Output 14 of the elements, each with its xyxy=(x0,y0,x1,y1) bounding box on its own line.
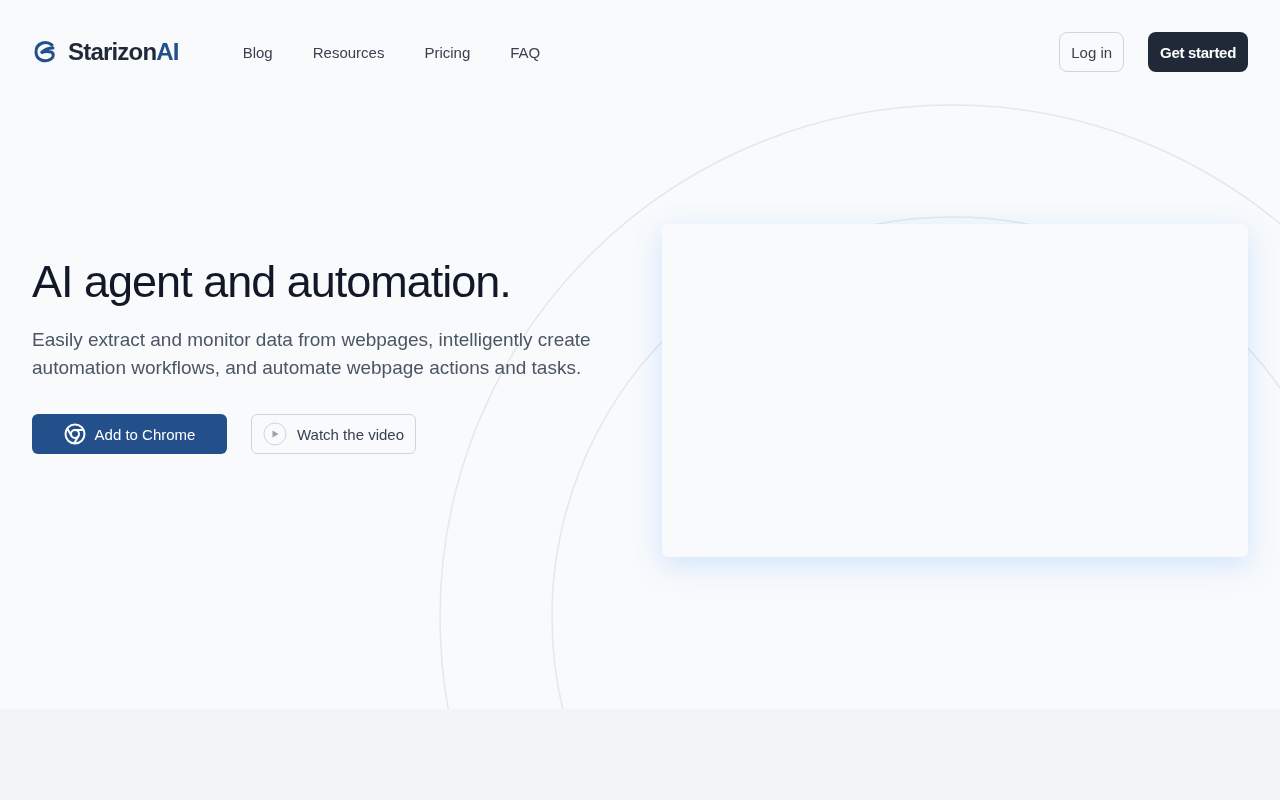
play-icon xyxy=(263,422,287,446)
hero-subtitle: Easily extract and monitor data from webpages, intelligently create automation workflows, and automate webpage actions and tasks. xyxy=(32,328,592,380)
get-started-button[interactable]: Get started xyxy=(1148,32,1248,72)
chrome-icon xyxy=(63,423,86,445)
logo-icon xyxy=(32,39,58,65)
nav-link[interactable]: Pricing xyxy=(424,43,471,61)
nav-link[interactable]: Blog xyxy=(242,43,273,61)
hero-title: AI agent and automation. xyxy=(32,256,512,308)
logo-wordmark[interactable]: StarizonAI xyxy=(68,38,179,66)
login-button[interactable]: Log in xyxy=(1059,32,1125,72)
watch-video-button[interactable]: Watch the video xyxy=(251,414,416,454)
nav-link[interactable]: FAQ xyxy=(510,43,541,61)
nav-link[interactable]: Resources xyxy=(312,43,385,61)
add-to-chrome-button[interactable]: Add to Chrome xyxy=(32,414,227,454)
